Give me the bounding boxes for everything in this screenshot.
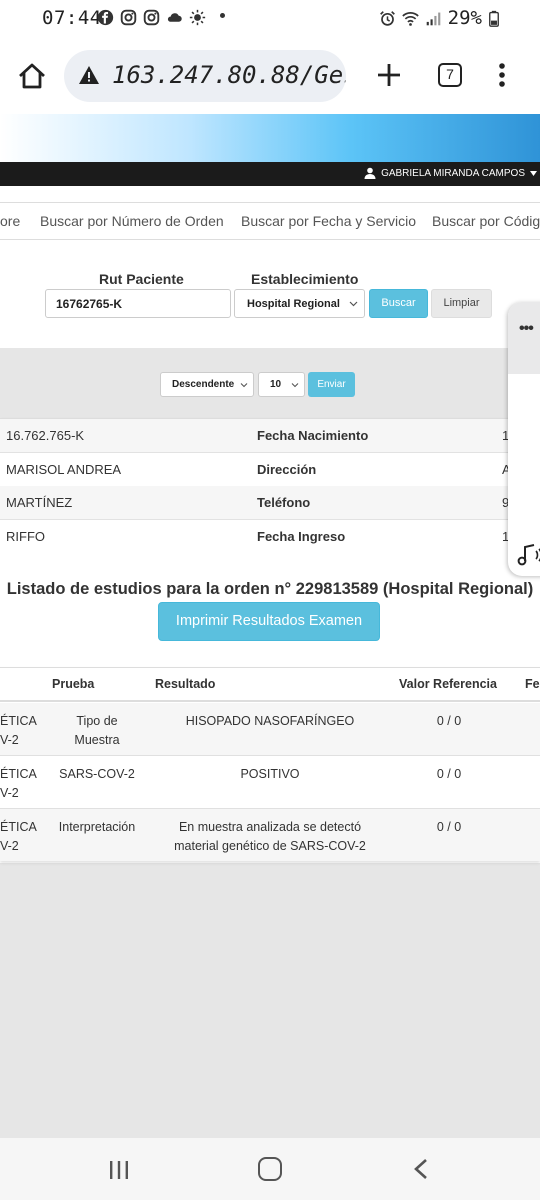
- submit-button[interactable]: Enviar: [308, 372, 355, 397]
- home-button[interactable]: [258, 1157, 282, 1181]
- field-label: Fecha Nacimiento: [257, 428, 369, 443]
- patient-info-table: 16.762.765-K Fecha Nacimiento 1 MARISOL …: [0, 418, 540, 553]
- table-row: 16.762.765-K Fecha Nacimiento 1: [0, 419, 540, 453]
- alarm-icon: [379, 10, 395, 26]
- print-results-button[interactable]: Imprimir Resultados Examen: [158, 602, 380, 641]
- patient-surname2: RIFFO: [6, 529, 45, 544]
- more-notifications-dot: [220, 13, 225, 18]
- table-row: MARTÍNEZ Teléfono 9: [0, 486, 540, 520]
- instagram-icon: [120, 9, 137, 26]
- header-fecha: Fe: [525, 677, 540, 691]
- referencia-cell: 0 / 0: [436, 767, 462, 781]
- recent-apps-icon[interactable]: [108, 1160, 130, 1180]
- header-referencia: Valor Referencia: [399, 677, 497, 691]
- patient-rut: 16.762.765-K: [6, 428, 85, 443]
- resultado-cell: En muestra analizada se detectó material …: [174, 820, 366, 853]
- resultado-cell: POSITIVO: [240, 767, 300, 781]
- user-menu[interactable]: GABRIELA MIRANDA CAMPOS: [364, 167, 537, 179]
- home-icon[interactable]: [16, 61, 48, 91]
- site-banner: [0, 114, 540, 162]
- field-label: Teléfono: [257, 495, 311, 510]
- establishment-value: Hospital Regional: [247, 298, 340, 310]
- tab-switcher-button[interactable]: 7: [438, 63, 462, 87]
- prueba-cell: Interpretación: [58, 820, 136, 834]
- studies-title: Listado de estudios para la orden n° 229…: [6, 580, 534, 598]
- facebook-icon: [97, 9, 114, 26]
- user-bar: GABRIELA MIRANDA CAMPOS: [0, 162, 540, 186]
- user-name[interactable]: GABRIELA MIRANDA CAMPOS: [381, 168, 525, 179]
- edge-panel-header: [508, 302, 540, 374]
- header-resultado: Resultado: [155, 677, 216, 691]
- tab-order-number[interactable]: Buscar por Número de Orden: [40, 213, 224, 229]
- music-note-icon[interactable]: [515, 542, 540, 568]
- chevron-down-icon: [240, 383, 248, 388]
- tab-date-service[interactable]: Buscar por Fecha y Servicio: [241, 213, 416, 229]
- address-bar[interactable]: 163.247.80.88/Ges: [64, 50, 346, 102]
- back-icon[interactable]: [411, 1158, 431, 1180]
- instagram-icon: [143, 9, 160, 26]
- chevron-down-icon: [291, 383, 299, 388]
- rut-input[interactable]: 16762765-K: [45, 289, 231, 318]
- patient-names: MARISOL ANDREA: [6, 462, 122, 477]
- new-tab-icon[interactable]: [376, 62, 402, 88]
- patient-surname1: MARTÍNEZ: [6, 495, 73, 510]
- prueba-cell: SARS-COV-2: [59, 767, 135, 781]
- field-label: Fecha Ingreso: [257, 529, 346, 544]
- table-row: ÉTICA V-2 Tipo de Muestra HISOPADO NASOFAR…: [0, 703, 540, 756]
- sort-order-value: Descendente: [172, 379, 235, 390]
- more-dots-icon[interactable]: •••: [519, 320, 534, 338]
- exam-name-cell: ÉTICA V-2: [0, 820, 37, 853]
- chevron-down-icon: [530, 170, 537, 176]
- table-row: RIFFO Fecha Ingreso 1: [0, 520, 540, 553]
- establishment-select[interactable]: Hospital Regional: [234, 289, 365, 318]
- cloud-icon: [167, 13, 182, 22]
- tab-code[interactable]: Buscar por Código: [432, 213, 540, 229]
- results-table: Prueba Resultado Valor Referencia Fe ÉTI…: [0, 667, 540, 861]
- clear-button[interactable]: Limpiar: [431, 289, 492, 318]
- user-icon: [364, 167, 376, 179]
- more-menu-icon[interactable]: [497, 62, 507, 88]
- sort-order-select[interactable]: Descendente: [160, 372, 254, 397]
- signal-icon: [426, 12, 440, 25]
- header-prueba: Prueba: [52, 677, 95, 691]
- table-header: Prueba Resultado Valor Referencia Fe: [0, 668, 540, 702]
- field-label: Dirección: [257, 462, 317, 477]
- referencia-cell: 0 / 0: [436, 714, 462, 728]
- table-row: ÉTICA V-2 SARS-COV-2 POSITIVO 0 / 0: [0, 756, 540, 809]
- notification-icons: [97, 9, 206, 26]
- referencia-cell: 0 / 0: [436, 820, 462, 834]
- chevron-down-icon: [349, 301, 358, 307]
- exam-name-cell: ÉTICA V-2: [0, 714, 37, 747]
- page-size-select[interactable]: 10: [258, 372, 305, 397]
- page-size-value: 10: [270, 379, 282, 390]
- sun-icon: [189, 9, 206, 26]
- rut-label: Rut Paciente: [99, 271, 184, 287]
- search-button[interactable]: Buscar: [369, 289, 428, 318]
- tab-previous[interactable]: ore: [0, 213, 20, 229]
- wifi-icon: [401, 11, 419, 26]
- table-row: ÉTICA V-2 Interpretación En muestra anali…: [0, 809, 540, 861]
- search-tabs: ore Buscar por Número de Orden Buscar po…: [0, 202, 540, 240]
- prueba-cell: Tipo de Muestra: [74, 714, 120, 747]
- resultado-cell: HISOPADO NASOFARÍNGEO: [185, 714, 355, 728]
- system-nav-bar: [0, 1138, 540, 1200]
- exam-name-cell: ÉTICA V-2: [0, 767, 37, 800]
- browser-toolbar: 163.247.80.88/Ges 7: [0, 38, 540, 114]
- status-time: 07:44: [42, 7, 102, 29]
- establishment-label: Establecimiento: [251, 271, 359, 287]
- status-bar: 07:44 29%: [0, 0, 540, 38]
- battery-icon: [489, 10, 499, 27]
- url-text[interactable]: 163.247.80.88/Ges: [112, 61, 346, 89]
- system-icons: 29%: [379, 7, 500, 29]
- battery-percent: 29%: [447, 7, 482, 29]
- edge-panel[interactable]: •••: [508, 302, 540, 576]
- table-row: MARISOL ANDREA Dirección A: [0, 453, 540, 487]
- warning-icon[interactable]: [78, 65, 100, 85]
